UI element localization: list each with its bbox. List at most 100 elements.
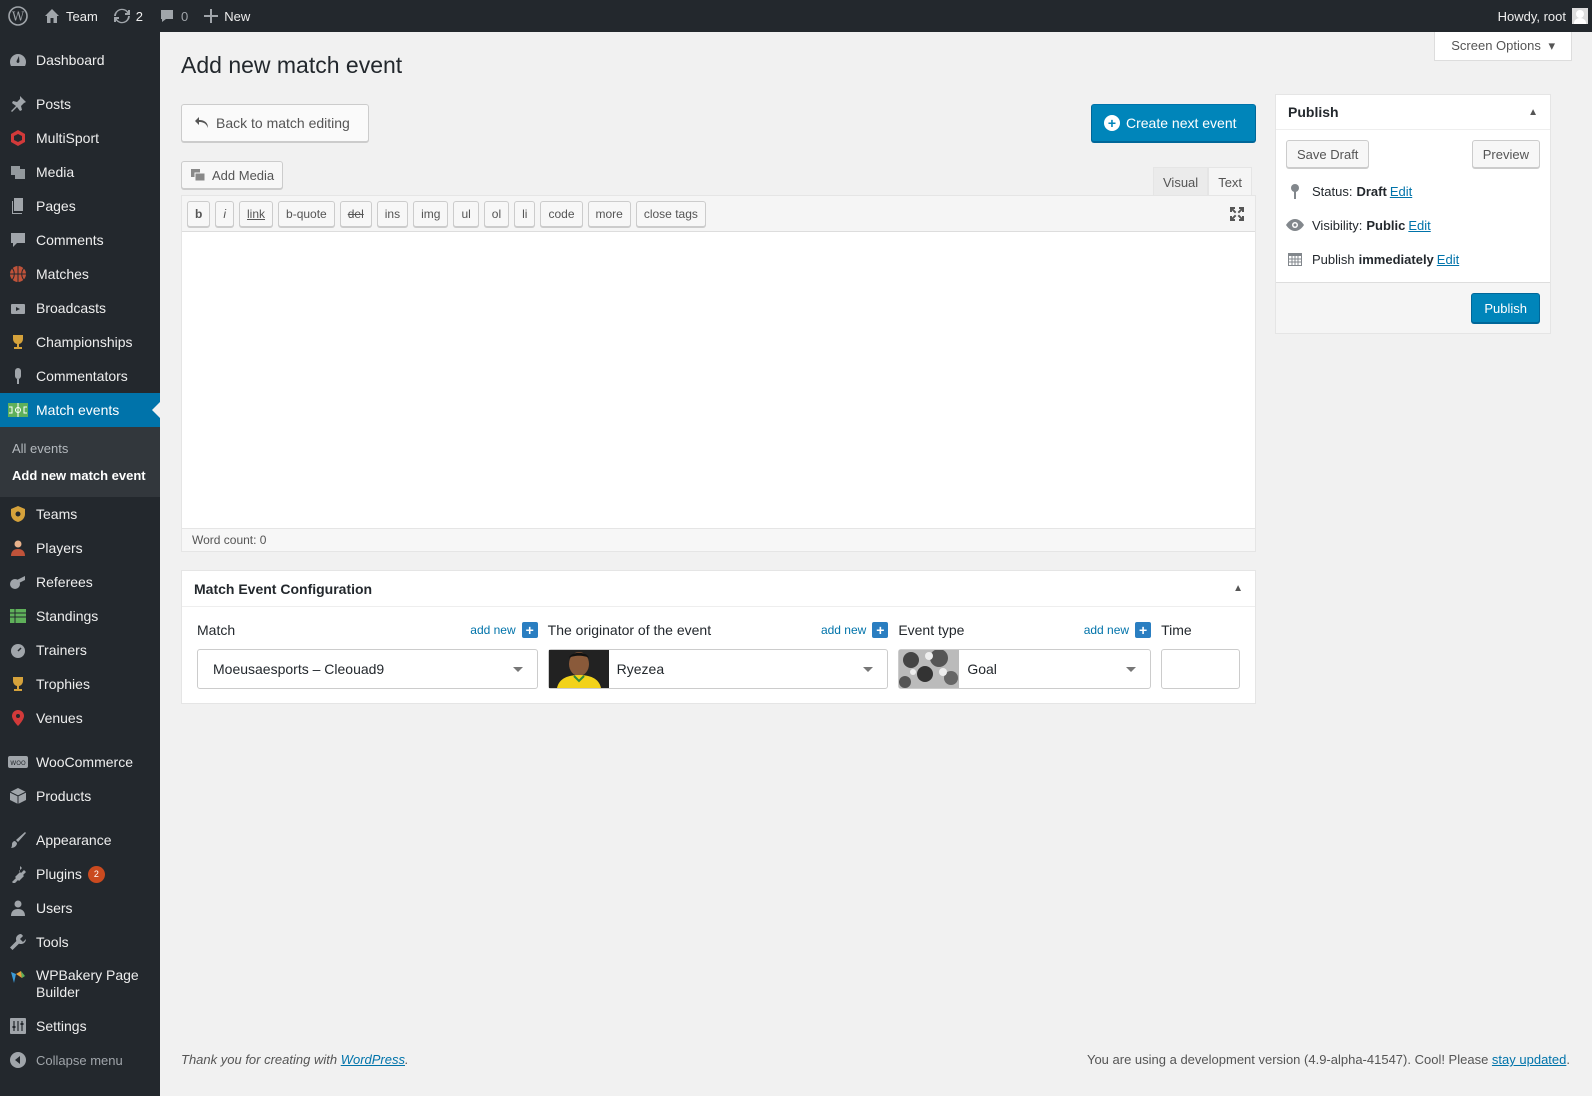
comment-icon (159, 8, 175, 24)
svg-text:W: W (12, 10, 25, 24)
menu-dashboard[interactable]: Dashboard (0, 43, 160, 77)
screen-options-button[interactable]: Screen Options ▾ (1434, 32, 1572, 61)
menu-players[interactable]: Players (0, 531, 160, 565)
qt-ins-button[interactable]: ins (376, 200, 409, 227)
comments-link[interactable]: 0 (151, 0, 196, 32)
menu-match-events[interactable]: Match events (0, 393, 160, 427)
account-menu[interactable]: Howdy, root (1490, 0, 1592, 32)
footer-thanks-suffix: . (405, 1052, 409, 1067)
status-value: Draft (1356, 183, 1387, 199)
time-input[interactable] (1161, 649, 1240, 689)
create-next-event-button[interactable]: + Create next event (1091, 104, 1256, 142)
qt-close-tags-button[interactable]: close tags (635, 200, 706, 227)
menu-label: Commentators (36, 368, 128, 384)
menu-commentators[interactable]: Commentators (0, 359, 160, 393)
submenu-all-events[interactable]: All events (0, 435, 160, 462)
menu-woocommerce[interactable]: WOO WooCommerce (0, 745, 160, 779)
originator-field: The originator of the event add new + Rye… (547, 621, 889, 689)
menu-trainers[interactable]: Trainers (0, 633, 160, 667)
submenu-add-new-match-event[interactable]: Add new match event (0, 462, 160, 489)
save-draft-button[interactable]: Save Draft (1286, 140, 1370, 168)
menu-users[interactable]: Users (0, 891, 160, 925)
collapse-arrow-icon[interactable]: ▲ (1528, 107, 1538, 118)
menu-multisport[interactable]: MultiSport (0, 121, 160, 155)
menu-trophies[interactable]: Trophies (0, 667, 160, 701)
menu-collapse[interactable]: Collapse menu (0, 1043, 160, 1077)
menu-championships[interactable]: Championships (0, 325, 160, 359)
qt-bold-button[interactable]: b (187, 200, 211, 227)
publish-title: Publish (1288, 104, 1339, 120)
qt-italic-button[interactable]: i (215, 200, 235, 227)
screen-options-label: Screen Options (1451, 38, 1541, 53)
back-to-match-button[interactable]: Back to match editing (181, 104, 369, 142)
add-media-button[interactable]: Add Media (181, 161, 284, 189)
site-name-link[interactable]: Team (36, 0, 106, 32)
shield-icon (8, 504, 28, 524)
comments-icon (8, 230, 28, 250)
qt-blockquote-button[interactable]: b-quote (278, 200, 335, 227)
wordpress-logo-icon[interactable]: W (0, 0, 36, 32)
qt-del-button[interactable]: del (339, 200, 372, 227)
menu-media[interactable]: Media (0, 155, 160, 189)
menu-wpbakery[interactable]: WPBakery Page Builder (0, 959, 160, 1009)
menu-posts[interactable]: Posts (0, 87, 160, 121)
new-content-link[interactable]: New (196, 0, 258, 32)
qt-img-button[interactable]: img (413, 200, 449, 227)
updates-link[interactable]: 2 (106, 0, 151, 32)
menu-label: Settings (36, 1018, 87, 1034)
qt-li-button[interactable]: li (514, 200, 536, 227)
location-icon (8, 708, 28, 728)
qt-ol-button[interactable]: ol (483, 200, 510, 227)
event-type-select[interactable]: Goal (898, 649, 1152, 689)
menu-settings[interactable]: Settings (0, 1009, 160, 1043)
menu-standings[interactable]: Standings (0, 599, 160, 633)
tab-text[interactable]: Text (1208, 167, 1253, 197)
originator-add-new-link[interactable]: add new + (820, 622, 889, 638)
status-edit-link[interactable]: Edit (1390, 184, 1412, 199)
preview-button[interactable]: Preview (1471, 140, 1540, 168)
schedule-edit-link[interactable]: Edit (1437, 252, 1459, 267)
publish-header[interactable]: Publish ▲ (1276, 95, 1550, 130)
menu-plugins[interactable]: Plugins 2 (0, 857, 160, 891)
menu-matches[interactable]: Matches (0, 257, 160, 291)
collapse-arrow-icon[interactable]: ▲ (1233, 583, 1243, 594)
config-header[interactable]: Match Event Configuration ▲ (182, 571, 1255, 607)
qt-code-button[interactable]: code (540, 200, 583, 227)
wordpress-link[interactable]: WordPress (341, 1052, 405, 1067)
menu-venues[interactable]: Venues (0, 701, 160, 735)
publish-major-actions: Publish (1276, 282, 1550, 333)
match-add-new-link[interactable]: add new + (470, 622, 538, 638)
back-label: Back to match editing (216, 115, 350, 131)
text-editor: b i link b-quote del ins img ul ol li co… (181, 195, 1256, 552)
qt-label: b-quote (286, 206, 327, 221)
menu-appearance[interactable]: Appearance (0, 823, 160, 857)
qt-ul-button[interactable]: ul (453, 200, 479, 227)
event-type-add-new-link[interactable]: add new + (1083, 622, 1152, 638)
menu-pages[interactable]: Pages (0, 189, 160, 223)
menu-products[interactable]: Products (0, 779, 160, 813)
match-events-submenu: All events Add new match event (0, 427, 160, 497)
soccer-ball-icon (899, 650, 960, 688)
menu-broadcasts[interactable]: Broadcasts (0, 291, 160, 325)
publish-button[interactable]: Publish (1471, 293, 1540, 323)
qt-more-button[interactable]: more (587, 200, 631, 227)
menu-teams[interactable]: Teams (0, 497, 160, 531)
match-select[interactable]: Moeusaesports – Cleouad9 (197, 649, 538, 689)
add-new-plus-icon: + (1135, 622, 1152, 638)
tab-visual[interactable]: Visual (1153, 167, 1209, 197)
editor-textarea[interactable] (182, 232, 1255, 528)
visibility-edit-link[interactable]: Edit (1408, 218, 1430, 233)
menu-referees[interactable]: Referees (0, 565, 160, 599)
fullscreen-icon[interactable] (1229, 206, 1245, 225)
stay-updated-link[interactable]: stay updated (1492, 1052, 1566, 1067)
qt-link-button[interactable]: link (239, 200, 274, 227)
add-new-label: add new (1083, 623, 1130, 637)
publish-minor-actions: Save Draft Preview (1276, 130, 1550, 174)
originator-select[interactable]: Ryezea (547, 649, 889, 689)
footer-thanks-text: Thank you for creating with (181, 1052, 341, 1067)
match-label: Match (197, 622, 236, 638)
add-new-label: add new (820, 623, 867, 637)
brush-icon (8, 830, 28, 850)
menu-comments[interactable]: Comments (0, 223, 160, 257)
menu-tools[interactable]: Tools (0, 925, 160, 959)
